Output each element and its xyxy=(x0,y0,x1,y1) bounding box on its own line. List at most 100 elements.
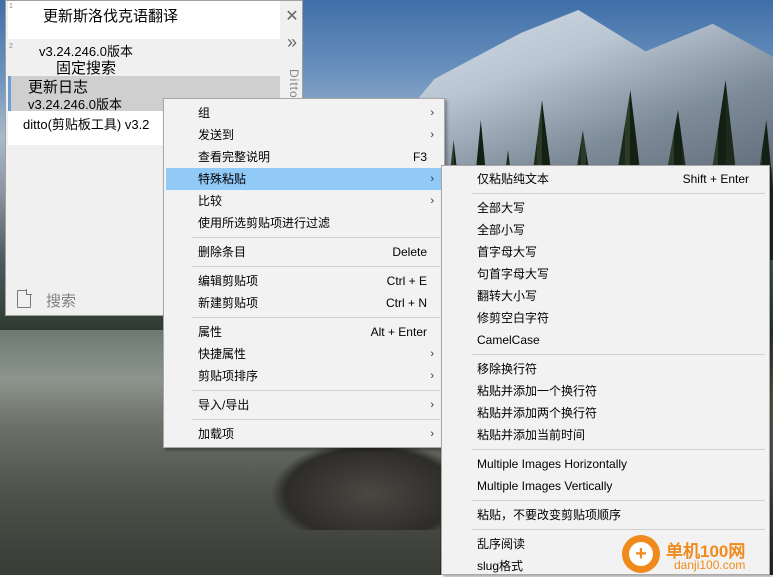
submenu-arrow-icon: › xyxy=(430,195,434,207)
menu-item-import-export[interactable]: 导入/导出 › xyxy=(166,394,442,416)
menu-item-label: 粘贴并添加当前时间 xyxy=(477,428,586,442)
menu-item-shortcut: Delete xyxy=(392,245,427,259)
menu-item-label: 加载项 xyxy=(198,427,235,441)
clip-text: 更新斯洛伐克语翻译 xyxy=(43,8,179,25)
submenu-item-trim-whitespace[interactable]: 修剪空白字符 xyxy=(444,307,767,329)
watermark-logo: + 单机100网 danji100.com xyxy=(622,535,773,575)
clip-number: 1 xyxy=(9,3,13,10)
menu-item-shortcut: Ctrl + N xyxy=(385,296,427,310)
menu-separator xyxy=(472,529,765,530)
menu-item-shortcut: F3 xyxy=(412,150,427,164)
submenu-item-images-horizontal[interactable]: Multiple Images Horizontally xyxy=(444,453,767,475)
clip-text: v3.24.246.0版本 xyxy=(28,97,122,111)
menu-item-compare[interactable]: 比较 › xyxy=(166,190,442,212)
menu-item-label: 删除条目 xyxy=(198,245,247,259)
menu-item-label: 修剪空白字符 xyxy=(477,311,550,325)
menu-item-edit-clip[interactable]: 编辑剪贴项 Ctrl + E xyxy=(166,270,442,292)
submenu-arrow-icon: › xyxy=(430,107,434,119)
submenu-arrow-icon: › xyxy=(430,173,434,185)
clip-number: 2 xyxy=(9,43,13,50)
menu-item-clip-order[interactable]: 剪贴项排序 › xyxy=(166,365,442,387)
menu-separator xyxy=(472,354,765,355)
submenu-arrow-icon: › xyxy=(430,370,434,382)
menu-item-shortcut: Alt + Enter xyxy=(370,325,427,339)
submenu-item-plain-text[interactable]: 仅粘贴纯文本 Shift + Enter xyxy=(444,168,767,190)
submenu-item-uppercase[interactable]: 全部大写 xyxy=(444,197,767,219)
menu-item-delete[interactable]: 删除条目 Delete xyxy=(166,241,442,263)
submenu-item-add-one-linebreak[interactable]: 粘贴并添加一个换行符 xyxy=(444,380,767,402)
menu-item-label: 发送到 xyxy=(198,128,235,142)
menu-item-label: 首字母大写 xyxy=(477,245,538,259)
submenu-item-sentence-case[interactable]: 句首字母大写 xyxy=(444,263,767,285)
rocks-scenery xyxy=(270,440,470,530)
clip-text: 固定搜索 xyxy=(56,60,117,77)
menu-item-label: Multiple Images Horizontally xyxy=(477,457,628,471)
menu-item-addins[interactable]: 加载项 › xyxy=(166,423,442,445)
menu-separator xyxy=(192,419,440,420)
submenu-item-invert-case[interactable]: 翻转大小写 xyxy=(444,285,767,307)
menu-item-filter-selected[interactable]: 使用所选剪贴项进行过滤 xyxy=(166,212,442,234)
menu-item-label: 比较 xyxy=(198,194,223,208)
document-icon xyxy=(17,289,32,308)
submenu-item-add-current-time[interactable]: 粘贴并添加当前时间 xyxy=(444,424,767,446)
menu-item-label: Multiple Images Vertically xyxy=(477,479,613,493)
submenu-item-images-vertical[interactable]: Multiple Images Vertically xyxy=(444,475,767,497)
menu-item-label: 特殊粘贴 xyxy=(198,172,247,186)
menu-item-label: 新建剪贴项 xyxy=(198,296,259,310)
menu-item-special-paste[interactable]: 特殊粘贴 › xyxy=(166,168,442,190)
menu-item-send-to[interactable]: 发送到 › xyxy=(166,124,442,146)
submenu-arrow-icon: › xyxy=(430,399,434,411)
menu-item-shortcut: Shift + Enter xyxy=(682,172,749,186)
menu-item-label: 句首字母大写 xyxy=(477,267,550,281)
close-icon[interactable]: ✕ xyxy=(282,7,302,27)
menu-item-label: 属性 xyxy=(198,325,223,339)
clip-text: ditto(剪贴板工具) v3.2 xyxy=(23,117,150,132)
menu-item-label: 仅粘贴纯文本 xyxy=(477,172,550,186)
menu-item-label: 组 xyxy=(198,106,211,120)
submenu-item-camelcase[interactable]: CamelCase xyxy=(444,329,767,351)
menu-item-label: 移除换行符 xyxy=(477,362,538,376)
submenu-item-lowercase[interactable]: 全部小写 xyxy=(444,219,767,241)
watermark-circle-icon: + xyxy=(622,535,660,573)
clip-item[interactable]: 1 更新斯洛伐克语翻译 xyxy=(8,1,280,39)
plus-icon: + xyxy=(629,542,653,566)
submenu-item-capitalize[interactable]: 首字母大写 xyxy=(444,241,767,263)
submenu-item-paste-keep-order[interactable]: 粘贴，不要改变剪贴项顺序 xyxy=(444,504,767,526)
menu-separator xyxy=(192,266,440,267)
menu-item-group[interactable]: 组 › xyxy=(166,102,442,124)
menu-item-label: 剪贴项排序 xyxy=(198,369,259,383)
menu-separator xyxy=(192,237,440,238)
menu-item-label: 粘贴并添加一个换行符 xyxy=(477,384,598,398)
menu-item-label: 使用所选剪贴项进行过滤 xyxy=(198,216,331,230)
expand-icon[interactable]: » xyxy=(282,32,302,52)
submenu-item-add-two-linebreaks[interactable]: 粘贴并添加两个换行符 xyxy=(444,402,767,424)
menu-item-quick-properties[interactable]: 快捷属性 › xyxy=(166,343,442,365)
menu-item-label: 查看完整说明 xyxy=(198,150,271,164)
menu-item-label: 翻转大小写 xyxy=(477,289,538,303)
submenu-item-remove-linebreaks[interactable]: 移除换行符 xyxy=(444,358,767,380)
special-paste-submenu: 仅粘贴纯文本 Shift + Enter 全部大写 全部小写 首字母大写 句首字母… xyxy=(441,165,770,575)
clip-item[interactable]: 2 v3.24.246.0版本 固定搜索 xyxy=(8,39,280,77)
menu-separator xyxy=(192,317,440,318)
menu-separator xyxy=(472,500,765,501)
menu-separator xyxy=(192,390,440,391)
menu-item-label: 导入/导出 xyxy=(198,398,250,412)
menu-item-label: 全部大写 xyxy=(477,201,526,215)
watermark-url: danji100.com xyxy=(674,558,746,572)
search-placeholder[interactable]: 搜索 xyxy=(46,290,76,311)
submenu-arrow-icon: › xyxy=(430,129,434,141)
menu-item-label: slug格式 xyxy=(477,559,524,573)
menu-item-label: 全部小写 xyxy=(477,223,526,237)
menu-item-label: 乱序阅读 xyxy=(477,537,526,551)
menu-item-view-full[interactable]: 查看完整说明 F3 xyxy=(166,146,442,168)
menu-item-label: 快捷属性 xyxy=(198,347,247,361)
menu-separator xyxy=(472,193,765,194)
context-menu: 组 › 发送到 › 查看完整说明 F3 特殊粘贴 › 比较 › 使用所选剪贴项进行过滤 删… xyxy=(163,98,445,448)
menu-item-label: 编辑剪贴项 xyxy=(198,274,259,288)
menu-item-label: CamelCase xyxy=(477,333,540,347)
menu-item-label: 粘贴并添加两个换行符 xyxy=(477,406,598,420)
menu-item-new-clip[interactable]: 新建剪贴项 Ctrl + N xyxy=(166,292,442,314)
menu-item-label: 粘贴，不要改变剪贴项顺序 xyxy=(477,508,622,522)
menu-item-properties[interactable]: 属性 Alt + Enter xyxy=(166,321,442,343)
submenu-arrow-icon: › xyxy=(430,428,434,440)
